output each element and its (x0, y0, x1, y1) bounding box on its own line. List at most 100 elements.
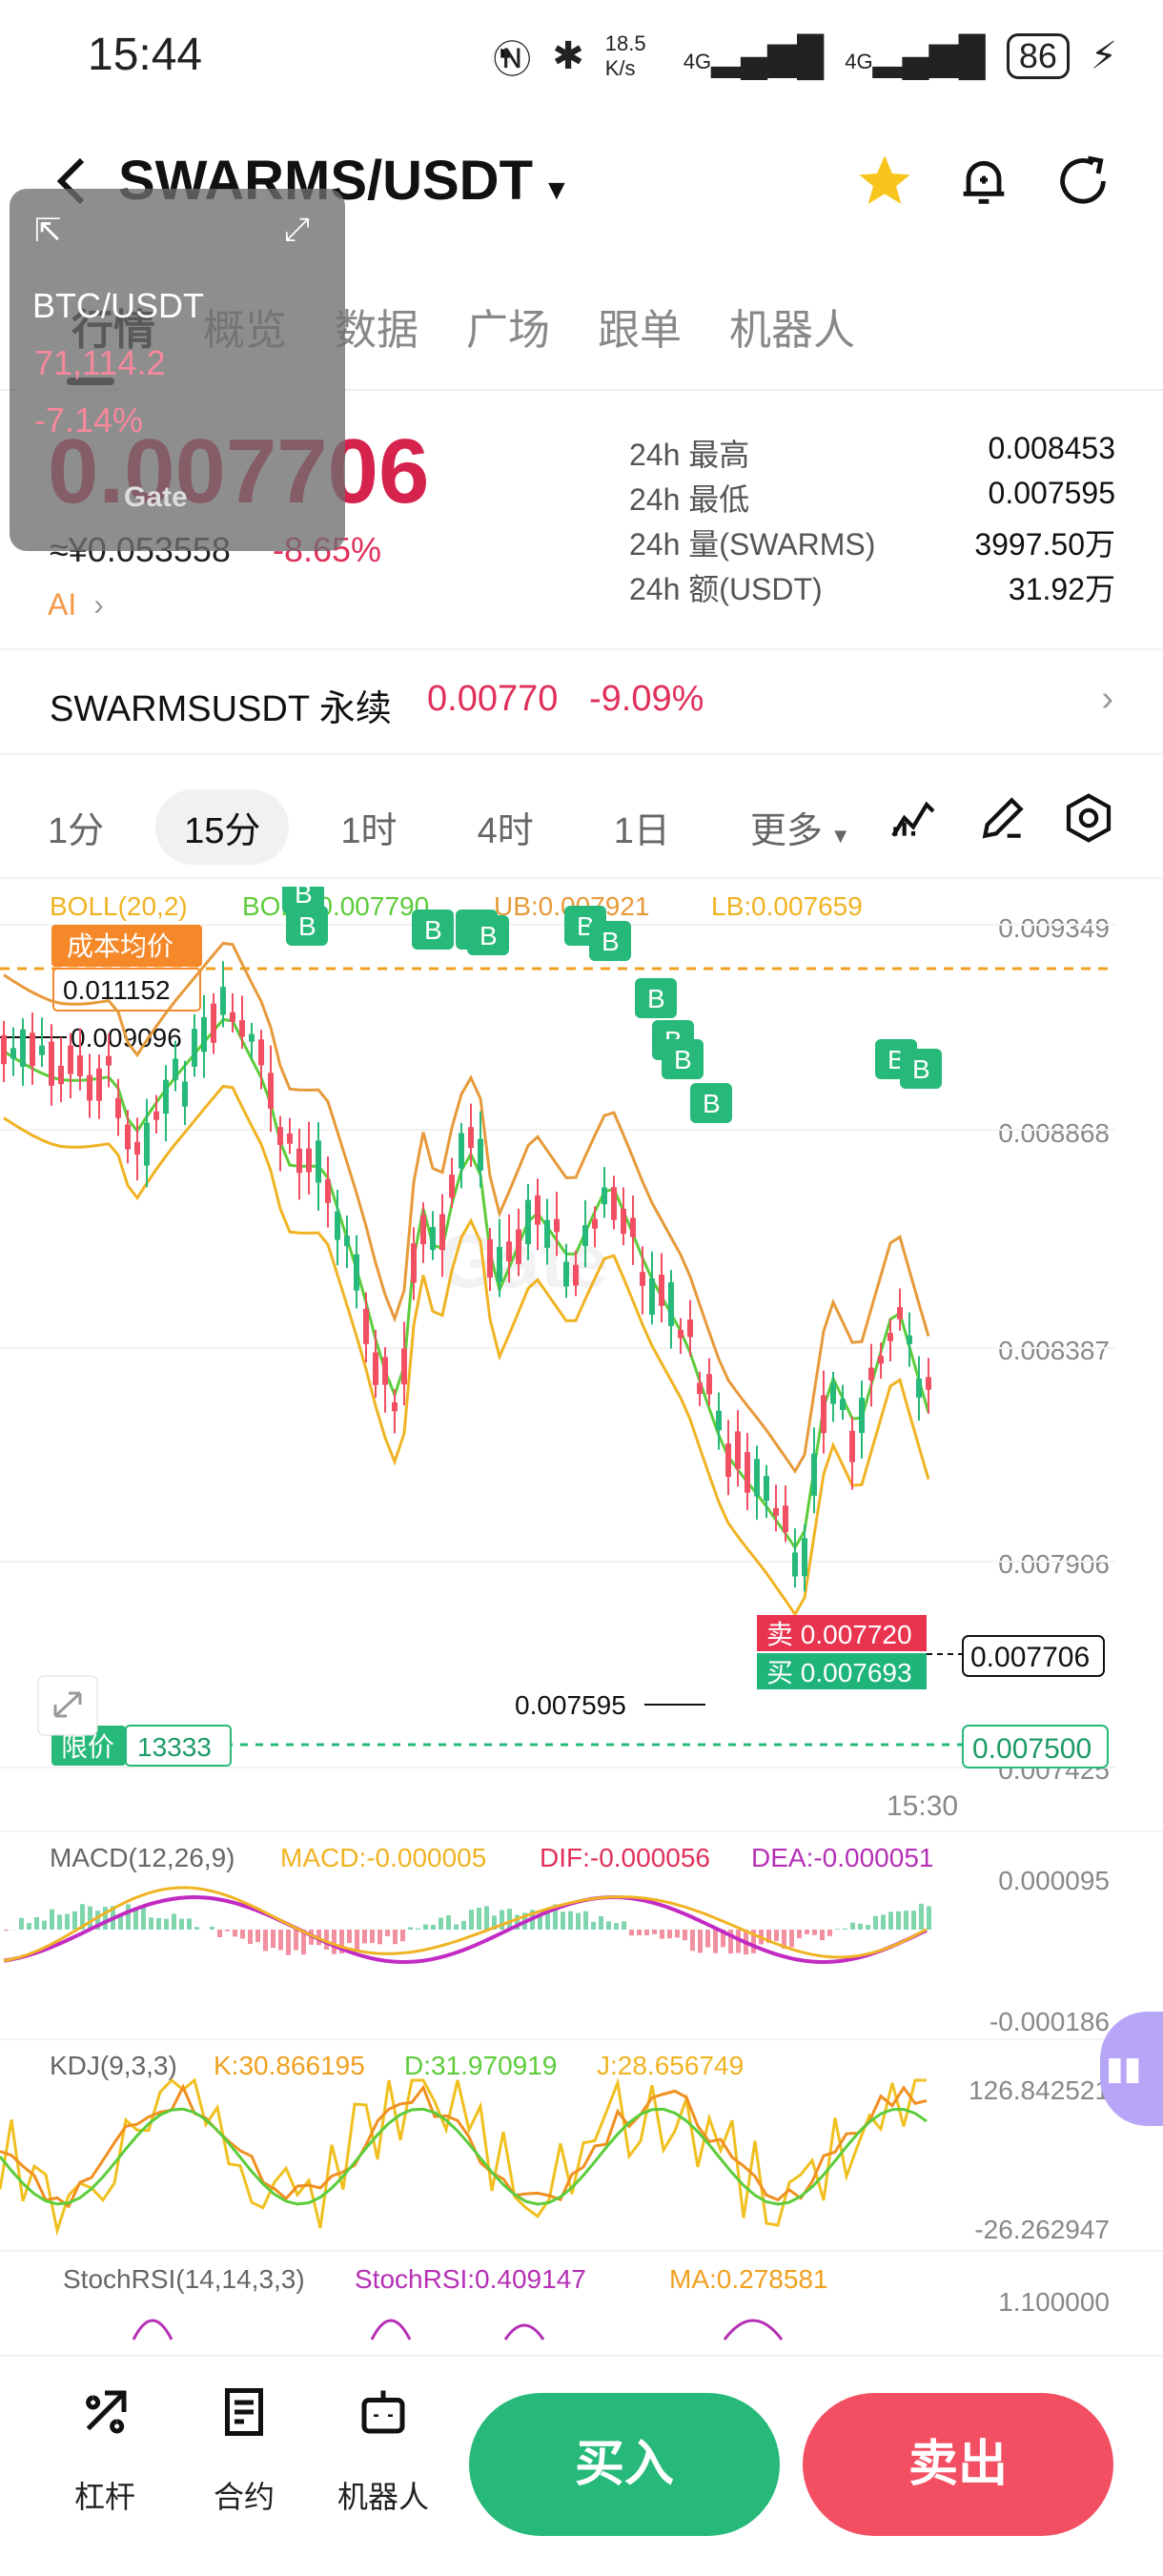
candle-body (249, 1034, 255, 1042)
leverage-icon[interactable] (76, 2383, 133, 2441)
macd-bar (911, 1911, 916, 1930)
macd-bar (27, 1923, 31, 1930)
candle-body (325, 1179, 331, 1203)
candle-body (573, 1265, 579, 1286)
candle-body (344, 1236, 350, 1246)
interval-15m[interactable]: 15分 (155, 789, 289, 865)
candle-body (77, 1055, 83, 1076)
buy-marker: B (662, 1039, 704, 1079)
buy-marker: B (412, 910, 454, 950)
tab-square[interactable]: 广场 (442, 296, 574, 357)
macd-bar (835, 1929, 840, 1930)
dropdown-icon: ▼ (542, 174, 571, 206)
collapse-icon[interactable]: ⇱ (34, 212, 62, 250)
candle-body (430, 1227, 436, 1250)
candle-body (306, 1149, 312, 1173)
macd-bar (812, 1930, 817, 1935)
expand-icon[interactable]: ⤢ (284, 212, 310, 249)
buy-marker-label: B (647, 984, 665, 1013)
macd-bar (683, 1930, 687, 1940)
macd-bar (896, 1912, 901, 1930)
nav-contract[interactable]: 合约 (187, 2473, 301, 2517)
buy-marker-label: B (912, 1054, 930, 1084)
candlestick-chart[interactable]: BOLL(20,2) BOLL:0.007790 UB:0.007921 LB:… (0, 887, 1163, 1792)
candle-body (773, 1508, 779, 1516)
candle-body (459, 1134, 464, 1169)
dif-value: DIF:-0.000056 (540, 1843, 710, 1872)
macd-bar (622, 1921, 626, 1930)
interval-1d[interactable]: 1日 (585, 789, 699, 865)
boll-title: BOLL(20,2) (50, 891, 188, 921)
contract-icon[interactable] (215, 2383, 273, 2441)
perp-name[interactable]: SWARMSUSDT 永续 (50, 679, 392, 731)
macd-bar (454, 1925, 459, 1930)
divider (0, 753, 1163, 755)
macd-bar (233, 1930, 237, 1936)
price-alert-icon[interactable] (953, 151, 1014, 212)
macd-bar (866, 1925, 870, 1930)
divider (0, 2250, 1163, 2252)
macd-bar (408, 1927, 413, 1930)
candle-body (10, 1048, 16, 1058)
macd-bar (904, 1911, 908, 1930)
interval-1m[interactable]: 1分 (48, 789, 133, 865)
buy-marker-label: B (479, 921, 498, 951)
share-icon[interactable] (1052, 151, 1113, 212)
ai-link[interactable]: AI› (48, 587, 104, 623)
candle-body (449, 1175, 455, 1197)
macd-bar (477, 1908, 481, 1930)
chevron-right-icon[interactable]: › (1101, 679, 1113, 720)
sell-button[interactable]: 卖出 (803, 2393, 1113, 2536)
macd-bar (797, 1930, 802, 1938)
macd-bar (820, 1930, 825, 1940)
candle-body (401, 1349, 407, 1385)
macd-bar (194, 1927, 199, 1930)
kdj-top: 126.842521 (969, 2075, 1110, 2105)
star-icon[interactable] (854, 151, 915, 212)
macd-bar (187, 1918, 192, 1930)
pencil-icon[interactable] (976, 791, 1030, 845)
interval-4h[interactable]: 4时 (449, 789, 562, 865)
candle-body (563, 1261, 569, 1286)
nav-bot[interactable]: 机器人 (326, 2473, 440, 2517)
buy-button[interactable]: 买入 (469, 2393, 780, 2536)
candle-body (478, 1139, 483, 1171)
candle-body (907, 1336, 912, 1344)
k-value: K:30.866195 (214, 2051, 365, 2080)
macd-bar (248, 1930, 253, 1944)
candle-body (497, 1247, 502, 1282)
macd-bar (156, 1918, 161, 1930)
nav-leverage[interactable]: 杠杆 (48, 2473, 162, 2517)
interval-1h[interactable]: 1时 (312, 789, 425, 865)
candle-body (544, 1220, 550, 1248)
macd-bar (629, 1930, 634, 1935)
candle-body (354, 1255, 359, 1291)
candle-body (173, 1058, 178, 1079)
buy-marker-label: B (602, 927, 620, 956)
macd-bar (484, 1906, 489, 1930)
buy-marker: B (286, 906, 328, 946)
interval-bar: 1分 15分 1时 4时 1日 更多▼ (48, 789, 880, 865)
candle-body (535, 1196, 541, 1225)
settings-icon[interactable] (1062, 791, 1115, 845)
macd-bar (774, 1930, 779, 1941)
tab-bots[interactable]: 机器人 (705, 296, 879, 357)
tab-copy-trade[interactable]: 跟单 (574, 296, 705, 357)
mini-pair: BTC/USDT (32, 286, 204, 326)
kdj-title: KDJ(9,3,3) (50, 2051, 177, 2080)
candle-body (735, 1431, 741, 1468)
macd-bar (103, 1907, 108, 1930)
macd-bar (355, 1930, 359, 1952)
candle-body (239, 1020, 245, 1036)
macd-bar (698, 1930, 703, 1952)
macd-bar (439, 1918, 443, 1930)
macd-bar (210, 1927, 214, 1930)
buy-marker-label: B (424, 915, 442, 945)
stochrsi-title: StochRSI(14,14,3,3) (63, 2264, 305, 2294)
interval-more[interactable]: 更多▼ (722, 789, 880, 865)
battery-icon: 86 (1007, 33, 1070, 79)
stat-volume: 24h 量(SWARMS)3997.50万 (629, 521, 1115, 565)
bot-icon[interactable] (355, 2383, 412, 2441)
macd-bar (461, 1921, 466, 1930)
indicator-icon[interactable] (887, 791, 940, 845)
